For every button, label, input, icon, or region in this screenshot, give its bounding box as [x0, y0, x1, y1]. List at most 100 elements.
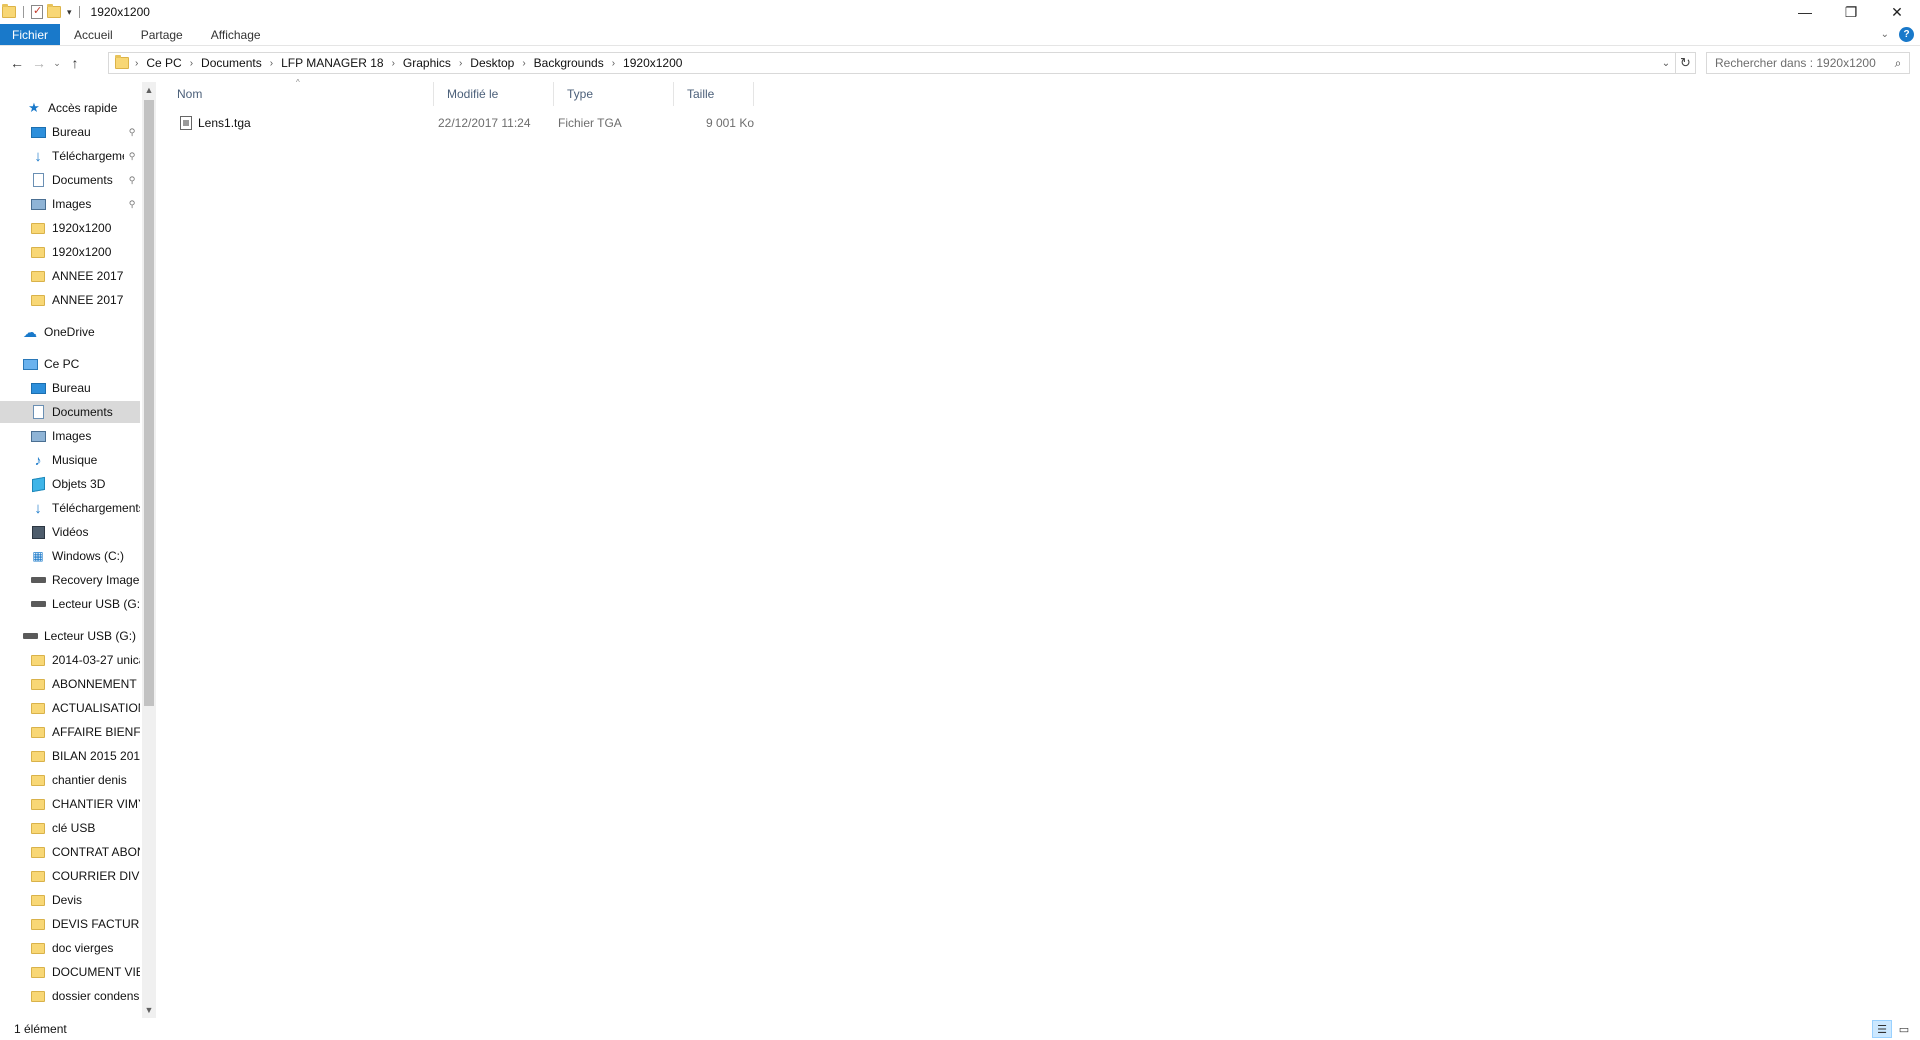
scroll-down-button[interactable]: ▼: [142, 1002, 156, 1018]
back-button[interactable]: ←: [6, 51, 28, 75]
nav-quick-folder-annee-2017[interactable]: ANNEE 2017: [0, 265, 140, 287]
breadcrumb-backgrounds[interactable]: Backgrounds: [534, 56, 604, 70]
address-history-dropdown[interactable]: ⌄: [1657, 58, 1675, 69]
nav-quick-access[interactable]: ★ Accès rapide: [0, 97, 140, 119]
nav-usb-folder[interactable]: Devis: [0, 889, 140, 911]
nav-quick-folder-annee-2017-2[interactable]: ANNEE 2017: [0, 289, 140, 311]
breadcrumb-separator[interactable]: ›: [270, 58, 273, 69]
breadcrumb-desktop[interactable]: Desktop: [470, 56, 514, 70]
folder-icon: [2, 4, 16, 18]
nav-usb-folder[interactable]: CONTRAT ABON: [0, 841, 140, 863]
column-header-modifie-le[interactable]: Modifié le: [434, 82, 554, 106]
breadcrumb-ce-pc[interactable]: Ce PC: [146, 56, 181, 70]
nav-pc-telechargements[interactable]: ↓ Téléchargements: [0, 497, 140, 519]
nav-lecteur-usb-g-root[interactable]: Lecteur USB (G:): [0, 625, 140, 647]
nav-item-label: chantier denis: [52, 773, 127, 787]
breadcrumb-separator[interactable]: ›: [459, 58, 462, 69]
toolbar-divider: [23, 6, 24, 18]
column-header-taille[interactable]: Taille: [674, 82, 754, 106]
breadcrumb-lfp-manager-18[interactable]: LFP MANAGER 18: [281, 56, 383, 70]
nav-usb-folder[interactable]: BILAN 2015 2016: [0, 745, 140, 767]
breadcrumb-separator[interactable]: ›: [392, 58, 395, 69]
nav-ce-pc[interactable]: Ce PC: [0, 353, 140, 375]
pin-icon[interactable]: ⚲: [124, 175, 140, 186]
refresh-icon[interactable]: ↻: [1675, 53, 1695, 73]
nav-item-label: DEVIS FACTURIE: [52, 917, 140, 931]
nav-quick-folder-1920x1200[interactable]: 1920x1200: [0, 217, 140, 239]
nav-quick-images[interactable]: Images ⚲: [0, 193, 140, 215]
tab-accueil[interactable]: Accueil: [60, 24, 127, 45]
nav-item-label: Objets 3D: [52, 477, 106, 491]
nav-onedrive[interactable]: ☁ OneDrive: [0, 321, 140, 343]
file-name: Lens1.tga: [198, 116, 251, 130]
nav-quick-folder-1920x1200-2[interactable]: 1920x1200: [0, 241, 140, 263]
nav-pc-recovery-image[interactable]: Recovery Image: [0, 569, 140, 591]
nav-quick-telechargements[interactable]: ↓ Téléchargements ⚲: [0, 145, 140, 167]
nav-usb-folder[interactable]: chantier denis: [0, 769, 140, 791]
breadcrumb-graphics[interactable]: Graphics: [403, 56, 451, 70]
nav-quick-documents[interactable]: Documents ⚲: [0, 169, 140, 191]
forward-button[interactable]: →: [28, 51, 50, 75]
nav-usb-folder[interactable]: doc vierges: [0, 937, 140, 959]
search-icon[interactable]: ⌕: [1887, 56, 1909, 71]
scrollbar-thumb[interactable]: [144, 100, 154, 706]
nav-usb-folder[interactable]: DOCUMENT VIE: [0, 961, 140, 983]
pin-icon[interactable]: ⚲: [124, 151, 140, 162]
nav-pc-documents[interactable]: Documents: [0, 401, 140, 423]
nav-pc-musique[interactable]: ♪ Musique: [0, 449, 140, 471]
tab-fichier[interactable]: Fichier: [0, 24, 61, 45]
maximize-button[interactable]: ❐: [1828, 0, 1874, 24]
new-folder-icon[interactable]: [47, 4, 61, 18]
nav-usb-folder[interactable]: AFFAIRE BIENFAI: [0, 721, 140, 743]
folder-icon: [30, 292, 46, 308]
recent-locations-dropdown[interactable]: ⌄: [50, 51, 64, 75]
breadcrumb-separator[interactable]: ›: [612, 58, 615, 69]
tab-affichage[interactable]: Affichage: [197, 24, 275, 45]
breadcrumb-separator[interactable]: ›: [135, 58, 138, 69]
up-button[interactable]: ↑: [64, 51, 86, 75]
nav-pc-images[interactable]: Images: [0, 425, 140, 447]
close-button[interactable]: ✕: [1874, 0, 1920, 24]
chevron-down-icon[interactable]: ⌄: [1881, 29, 1889, 40]
nav-quick-bureau[interactable]: Bureau ⚲: [0, 121, 140, 143]
nav-usb-folder[interactable]: ABONNEMENT I: [0, 673, 140, 695]
details-view-icon[interactable]: ☰: [1872, 1020, 1892, 1038]
nav-pc-windows-c[interactable]: ▦ Windows (C:): [0, 545, 140, 567]
nav-pc-videos[interactable]: Vidéos: [0, 521, 140, 543]
quick-access-dropdown[interactable]: ▾: [67, 7, 72, 18]
nav-usb-folder[interactable]: COURRIER DIVER: [0, 865, 140, 887]
pin-icon[interactable]: ⚲: [124, 199, 140, 210]
nav-usb-folder[interactable]: dossier condens: [0, 985, 140, 1007]
search-input[interactable]: [1707, 54, 1887, 72]
breadcrumb-separator[interactable]: ›: [190, 58, 193, 69]
tab-partage[interactable]: Partage: [127, 24, 197, 45]
nav-pc-lecteur-usb-g[interactable]: Lecteur USB (G:): [0, 593, 140, 615]
navigation-scrollbar[interactable]: ▲ ▼: [142, 82, 156, 1018]
scroll-up-button[interactable]: ▲: [142, 82, 156, 98]
address-bar[interactable]: › Ce PC › Documents › LFP MANAGER 18 › G…: [108, 52, 1696, 74]
breadcrumb-documents[interactable]: Documents: [201, 56, 262, 70]
file-icon: [180, 116, 192, 130]
nav-item-label: Recovery Image: [52, 573, 140, 587]
nav-usb-folder[interactable]: ACTUALISATION: [0, 697, 140, 719]
column-header-type[interactable]: Type: [554, 82, 674, 106]
pin-icon[interactable]: ⚲: [124, 127, 140, 138]
nav-usb-folder[interactable]: DEVIS FACTURIE: [0, 913, 140, 935]
minimize-button[interactable]: —: [1782, 0, 1828, 24]
help-icon[interactable]: ?: [1899, 27, 1914, 42]
usb-drive-icon: [30, 596, 46, 612]
column-header-nom[interactable]: Nom: [164, 82, 434, 106]
breadcrumb-separator[interactable]: ›: [522, 58, 525, 69]
file-row[interactable]: Lens1.tga 22/12/2017 11:24 Fichier TGA 9…: [164, 112, 764, 134]
nav-usb-folder[interactable]: 2014-03-27 unica: [0, 649, 140, 671]
folder-icon: [30, 916, 46, 932]
nav-pc-objets-3d[interactable]: Objets 3D: [0, 473, 140, 495]
nav-pc-bureau[interactable]: Bureau: [0, 377, 140, 399]
breadcrumb-1920x1200[interactable]: 1920x1200: [623, 56, 682, 70]
nav-usb-folder[interactable]: CHANTIER VIMY: [0, 793, 140, 815]
properties-icon[interactable]: [31, 4, 43, 19]
large-icons-view-icon[interactable]: ▭: [1894, 1020, 1914, 1038]
nav-item-label: DOCUMENT VIE: [52, 965, 140, 979]
file-name-cell[interactable]: Lens1.tga: [180, 112, 251, 134]
nav-usb-folder[interactable]: clé USB: [0, 817, 140, 839]
